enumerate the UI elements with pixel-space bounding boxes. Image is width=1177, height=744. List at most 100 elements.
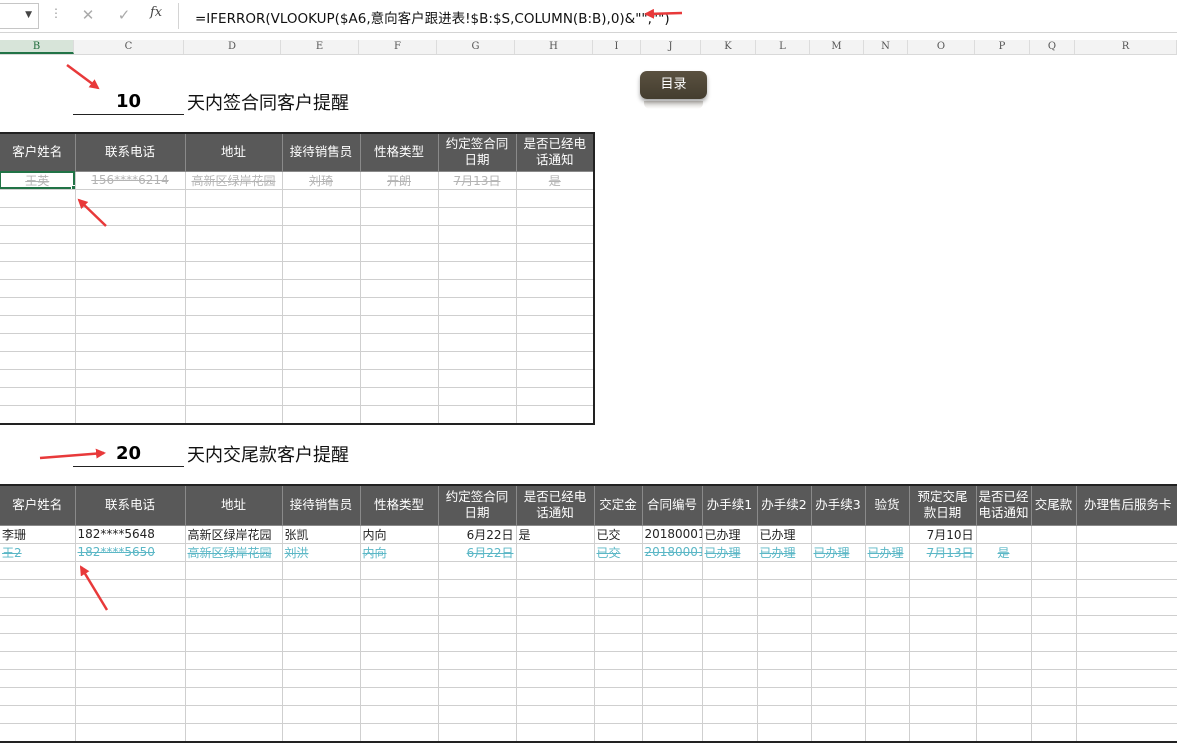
table-cell[interactable]	[359, 578, 439, 598]
table-cell[interactable]	[74, 332, 186, 352]
header-cell[interactable]: 约定签合同日期	[437, 132, 517, 172]
column-header-j[interactable]: J	[641, 40, 701, 54]
table-cell[interactable]	[0, 614, 76, 634]
column-header-k[interactable]: K	[701, 40, 756, 54]
table-cell[interactable]	[515, 224, 595, 244]
table-cell[interactable]	[641, 578, 703, 598]
cell-selected[interactable]: 王英	[0, 170, 76, 190]
table-cell[interactable]	[281, 404, 361, 424]
table-cell[interactable]	[1030, 650, 1077, 670]
table-cell[interactable]	[281, 278, 361, 298]
table-cell[interactable]	[593, 686, 643, 706]
table-cell[interactable]	[515, 260, 595, 280]
table-cell[interactable]	[908, 650, 977, 670]
table-cell[interactable]	[593, 578, 643, 598]
header-cell[interactable]: 性格类型	[359, 484, 439, 526]
table-cell[interactable]	[810, 632, 866, 652]
table-cell[interactable]	[641, 704, 703, 724]
table-cell[interactable]	[281, 686, 361, 706]
table-cell[interactable]	[593, 596, 643, 616]
table-cell[interactable]	[810, 524, 866, 544]
table-cell[interactable]	[74, 578, 186, 598]
table-cell[interactable]	[281, 296, 361, 316]
table-cell[interactable]	[756, 668, 812, 688]
column-header-d[interactable]: D	[184, 40, 281, 54]
table-cell[interactable]	[437, 350, 517, 370]
table-cell[interactable]	[74, 668, 186, 688]
table-cell[interactable]	[515, 350, 595, 370]
table-cell[interactable]	[701, 686, 758, 706]
table-cell[interactable]	[184, 314, 283, 334]
header-cell[interactable]: 客户姓名	[0, 484, 76, 526]
table-cell[interactable]	[975, 686, 1032, 706]
table-cell[interactable]	[593, 632, 643, 652]
table-cell[interactable]: 内向	[359, 542, 439, 562]
table-cell[interactable]	[437, 368, 517, 388]
table-cell[interactable]	[864, 704, 910, 724]
column-header-r[interactable]: R	[1075, 40, 1177, 54]
table-cell[interactable]: 张凯	[281, 524, 361, 544]
table-cell[interactable]	[74, 206, 186, 226]
table-cell[interactable]	[184, 560, 283, 580]
column-header-o[interactable]: O	[908, 40, 975, 54]
column-header-q[interactable]: Q	[1030, 40, 1075, 54]
header-cell[interactable]: 接待销售员	[281, 484, 361, 526]
table-cell[interactable]	[437, 314, 517, 334]
table-cell[interactable]	[975, 524, 1032, 544]
table-cell[interactable]: 刘洪	[281, 542, 361, 562]
header-cell[interactable]: 办手续3	[810, 484, 866, 526]
table-cell[interactable]	[1030, 704, 1077, 724]
table-cell[interactable]	[756, 596, 812, 616]
table-cell[interactable]	[359, 722, 439, 742]
table-cell[interactable]	[756, 704, 812, 724]
header-cell[interactable]: 联系电话	[74, 132, 186, 172]
table-cell[interactable]	[281, 188, 361, 208]
table-cell[interactable]	[701, 668, 758, 688]
table-cell[interactable]	[975, 614, 1032, 634]
table-cell[interactable]	[641, 650, 703, 670]
column-header-g[interactable]: G	[437, 40, 515, 54]
table-cell[interactable]	[756, 686, 812, 706]
table-cell[interactable]	[359, 278, 439, 298]
table-cell[interactable]	[437, 386, 517, 406]
table-cell[interactable]	[184, 614, 283, 634]
days-input-1[interactable]: 10	[73, 90, 184, 115]
table-cell[interactable]	[641, 632, 703, 652]
directory-button[interactable]: 目录	[640, 71, 707, 99]
table-cell[interactable]: 开朗	[359, 170, 439, 190]
header-cell[interactable]: 交定金	[593, 484, 643, 526]
table-cell[interactable]	[701, 596, 758, 616]
table-cell[interactable]	[641, 722, 703, 742]
table-cell[interactable]	[0, 278, 76, 298]
table-cell[interactable]	[74, 722, 186, 742]
table-cell[interactable]	[0, 560, 76, 580]
table-cell[interactable]	[74, 242, 186, 262]
table-cell[interactable]	[0, 350, 76, 370]
header-cell[interactable]: 办手续2	[756, 484, 812, 526]
table-cell[interactable]	[281, 560, 361, 580]
table-cell[interactable]	[359, 224, 439, 244]
table-cell[interactable]	[74, 224, 186, 244]
table-cell[interactable]: 已办理	[756, 524, 812, 544]
table-cell[interactable]: 7月13日	[437, 170, 517, 190]
table-cell[interactable]	[359, 188, 439, 208]
table-cell[interactable]	[593, 668, 643, 688]
table-cell[interactable]	[515, 296, 595, 316]
table-cell[interactable]	[359, 404, 439, 424]
table-cell[interactable]: 182****5650	[74, 542, 186, 562]
table-cell[interactable]	[74, 314, 186, 334]
table-cell[interactable]	[184, 668, 283, 688]
table-cell[interactable]	[908, 668, 977, 688]
table-cell[interactable]	[756, 632, 812, 652]
header-cell[interactable]: 客户姓名	[0, 132, 76, 172]
table-cell[interactable]	[281, 242, 361, 262]
table-cell[interactable]: 已办理	[756, 542, 812, 562]
table-cell[interactable]	[437, 578, 517, 598]
table-cell[interactable]	[0, 188, 76, 208]
table-cell[interactable]	[1030, 614, 1077, 634]
header-cell[interactable]: 约定签合同日期	[437, 484, 517, 526]
table-cell[interactable]	[437, 224, 517, 244]
column-header-i[interactable]: I	[593, 40, 641, 54]
table-cell[interactable]	[756, 578, 812, 598]
table-cell[interactable]	[281, 206, 361, 226]
